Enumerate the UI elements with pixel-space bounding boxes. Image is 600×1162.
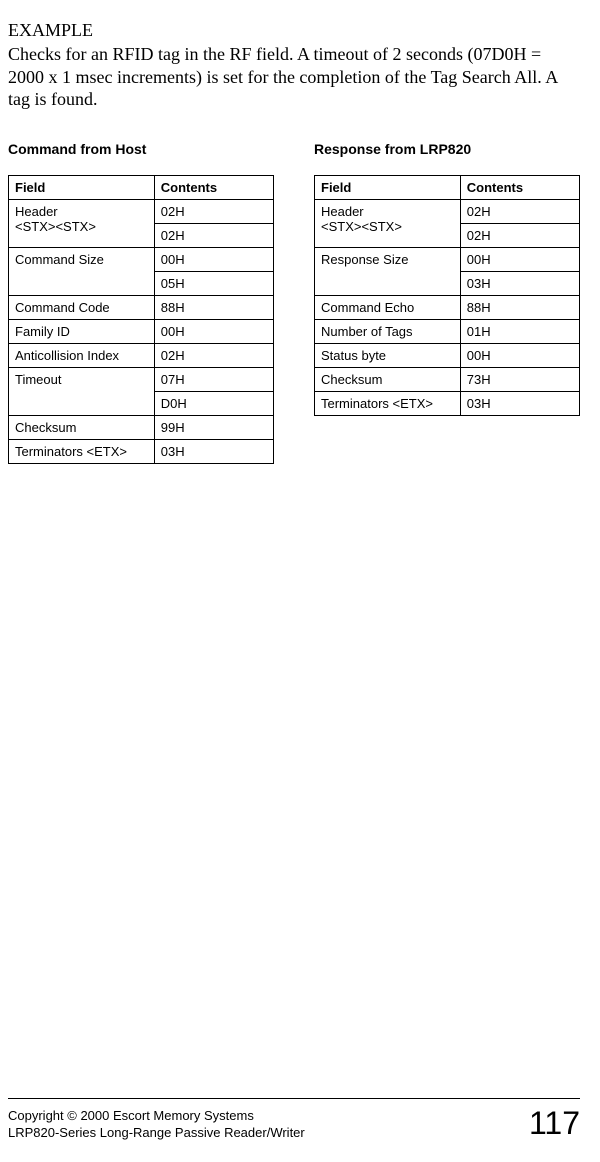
- cell-contents: 88H: [154, 295, 273, 319]
- cell-contents: 02H: [460, 223, 579, 247]
- example-description: Checks for an RFID tag in the RF field. …: [8, 43, 580, 111]
- example-label: EXAMPLE: [8, 20, 580, 41]
- cell-contents: 03H: [154, 439, 273, 463]
- header-field: Field: [9, 175, 155, 199]
- cell-field: Terminators <ETX>: [315, 391, 461, 415]
- cell-contents: 05H: [154, 271, 273, 295]
- table-row: Status byte 00H: [315, 343, 580, 367]
- cell-field: Command Size: [9, 247, 155, 295]
- page-number: 117: [529, 1105, 580, 1142]
- header-field: Field: [315, 175, 461, 199]
- cell-contents: 01H: [460, 319, 579, 343]
- table-row: Terminators <ETX> 03H: [315, 391, 580, 415]
- table-row: Header<STX><STX> 02H: [9, 199, 274, 223]
- cell-contents: 00H: [154, 247, 273, 271]
- footer-product: LRP820-Series Long-Range Passive Reader/…: [8, 1125, 305, 1142]
- cell-field: Response Size: [315, 247, 461, 295]
- cell-contents: 88H: [460, 295, 579, 319]
- response-table-title: Response from LRP820: [314, 141, 580, 157]
- cell-field: Checksum: [9, 415, 155, 439]
- table-row: Checksum 99H: [9, 415, 274, 439]
- cell-field: Terminators <ETX>: [9, 439, 155, 463]
- cell-contents: 02H: [460, 199, 579, 223]
- cell-field: Family ID: [9, 319, 155, 343]
- response-table-block: Response from LRP820 Field Contents Head…: [314, 141, 580, 464]
- table-row: Command Size 00H: [9, 247, 274, 271]
- cell-field: Checksum: [315, 367, 461, 391]
- table-row: Terminators <ETX> 03H: [9, 439, 274, 463]
- table-row: Anticollision Index 02H: [9, 343, 274, 367]
- cell-contents: 99H: [154, 415, 273, 439]
- table-row: Response Size 00H: [315, 247, 580, 271]
- table-row: Command Echo 88H: [315, 295, 580, 319]
- header-contents: Contents: [460, 175, 579, 199]
- table-header-row: Field Contents: [9, 175, 274, 199]
- cell-contents: 02H: [154, 343, 273, 367]
- response-table: Field Contents Header<STX><STX> 02H 02H …: [314, 175, 580, 416]
- cell-contents: 07H: [154, 367, 273, 391]
- command-table-block: Command from Host Field Contents Header<…: [8, 141, 274, 464]
- tables-container: Command from Host Field Contents Header<…: [8, 141, 580, 464]
- cell-contents: D0H: [154, 391, 273, 415]
- footer-info: Copyright © 2000 Escort Memory Systems L…: [8, 1108, 305, 1142]
- cell-contents: 03H: [460, 271, 579, 295]
- table-row: Family ID 00H: [9, 319, 274, 343]
- cell-field: Command Code: [9, 295, 155, 319]
- cell-field: Timeout: [9, 367, 155, 415]
- cell-contents: 00H: [460, 247, 579, 271]
- command-table-title: Command from Host: [8, 141, 274, 157]
- cell-contents: 02H: [154, 199, 273, 223]
- cell-field: Header<STX><STX>: [9, 199, 155, 247]
- header-contents: Contents: [154, 175, 273, 199]
- table-row: Header<STX><STX> 02H: [315, 199, 580, 223]
- cell-field: Header<STX><STX>: [315, 199, 461, 247]
- table-row: Checksum 73H: [315, 367, 580, 391]
- table-row: Number of Tags 01H: [315, 319, 580, 343]
- cell-contents: 73H: [460, 367, 579, 391]
- table-row: Command Code 88H: [9, 295, 274, 319]
- cell-contents: 03H: [460, 391, 579, 415]
- command-table: Field Contents Header<STX><STX> 02H 02H …: [8, 175, 274, 464]
- cell-contents: 00H: [460, 343, 579, 367]
- table-row: Timeout 07H: [9, 367, 274, 391]
- cell-field: Number of Tags: [315, 319, 461, 343]
- cell-field: Anticollision Index: [9, 343, 155, 367]
- footer-copyright: Copyright © 2000 Escort Memory Systems: [8, 1108, 305, 1125]
- cell-field: Command Echo: [315, 295, 461, 319]
- cell-field: Status byte: [315, 343, 461, 367]
- cell-contents: 00H: [154, 319, 273, 343]
- table-header-row: Field Contents: [315, 175, 580, 199]
- cell-contents: 02H: [154, 223, 273, 247]
- page-footer: Copyright © 2000 Escort Memory Systems L…: [8, 1098, 580, 1142]
